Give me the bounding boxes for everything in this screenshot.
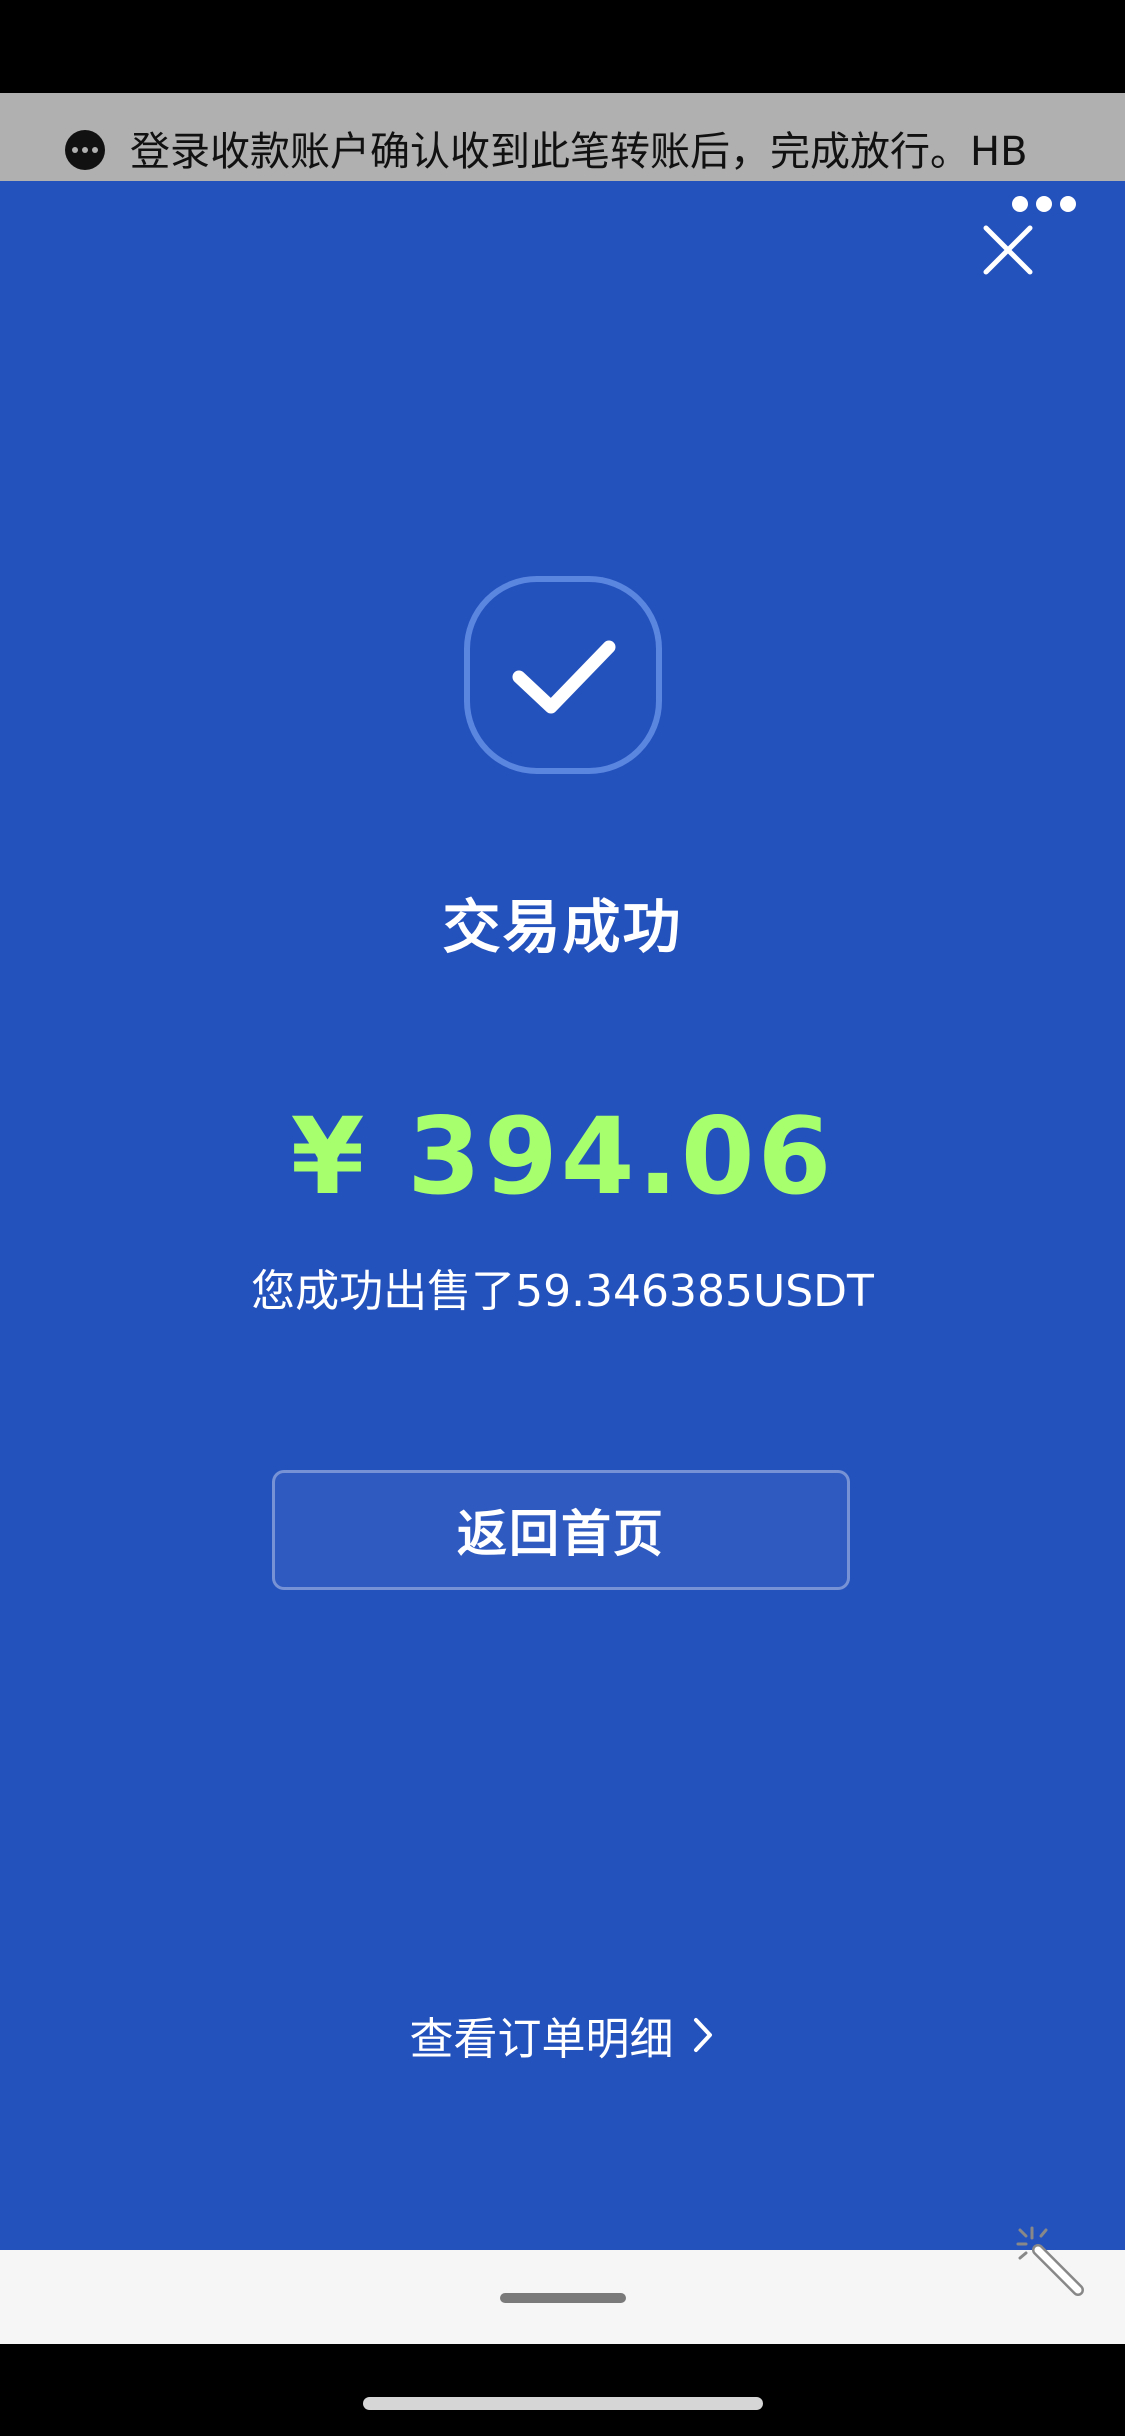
chevron-right-icon — [693, 2018, 712, 2052]
view-order-details-link[interactable]: 查看订单明细 — [0, 2003, 1125, 2067]
checkmark-icon — [464, 576, 662, 774]
magic-wand-icon[interactable] — [1010, 2220, 1090, 2300]
more-dots-icon[interactable] — [1012, 196, 1076, 212]
return-home-button[interactable]: 返回首页 — [272, 1470, 850, 1590]
sale-description: 您成功出售了59.346385USDT — [251, 1266, 874, 1317]
notice-text: 登录收款账户确认收到此笔转账后，完成放行。HB — [130, 129, 1028, 175]
chat-bubble-icon — [65, 130, 105, 170]
grab-handle[interactable] — [500, 2293, 626, 2303]
page-title: 交易成功 — [442, 893, 683, 961]
home-indicator[interactable] — [363, 2397, 763, 2410]
status-bar — [0, 0, 1125, 93]
home-indicator-area — [0, 2344, 1125, 2436]
amount-value: ¥ 394.06 — [290, 1095, 835, 1218]
details-label: 查看订单明细 — [409, 2014, 674, 2065]
close-icon[interactable] — [980, 222, 1036, 278]
